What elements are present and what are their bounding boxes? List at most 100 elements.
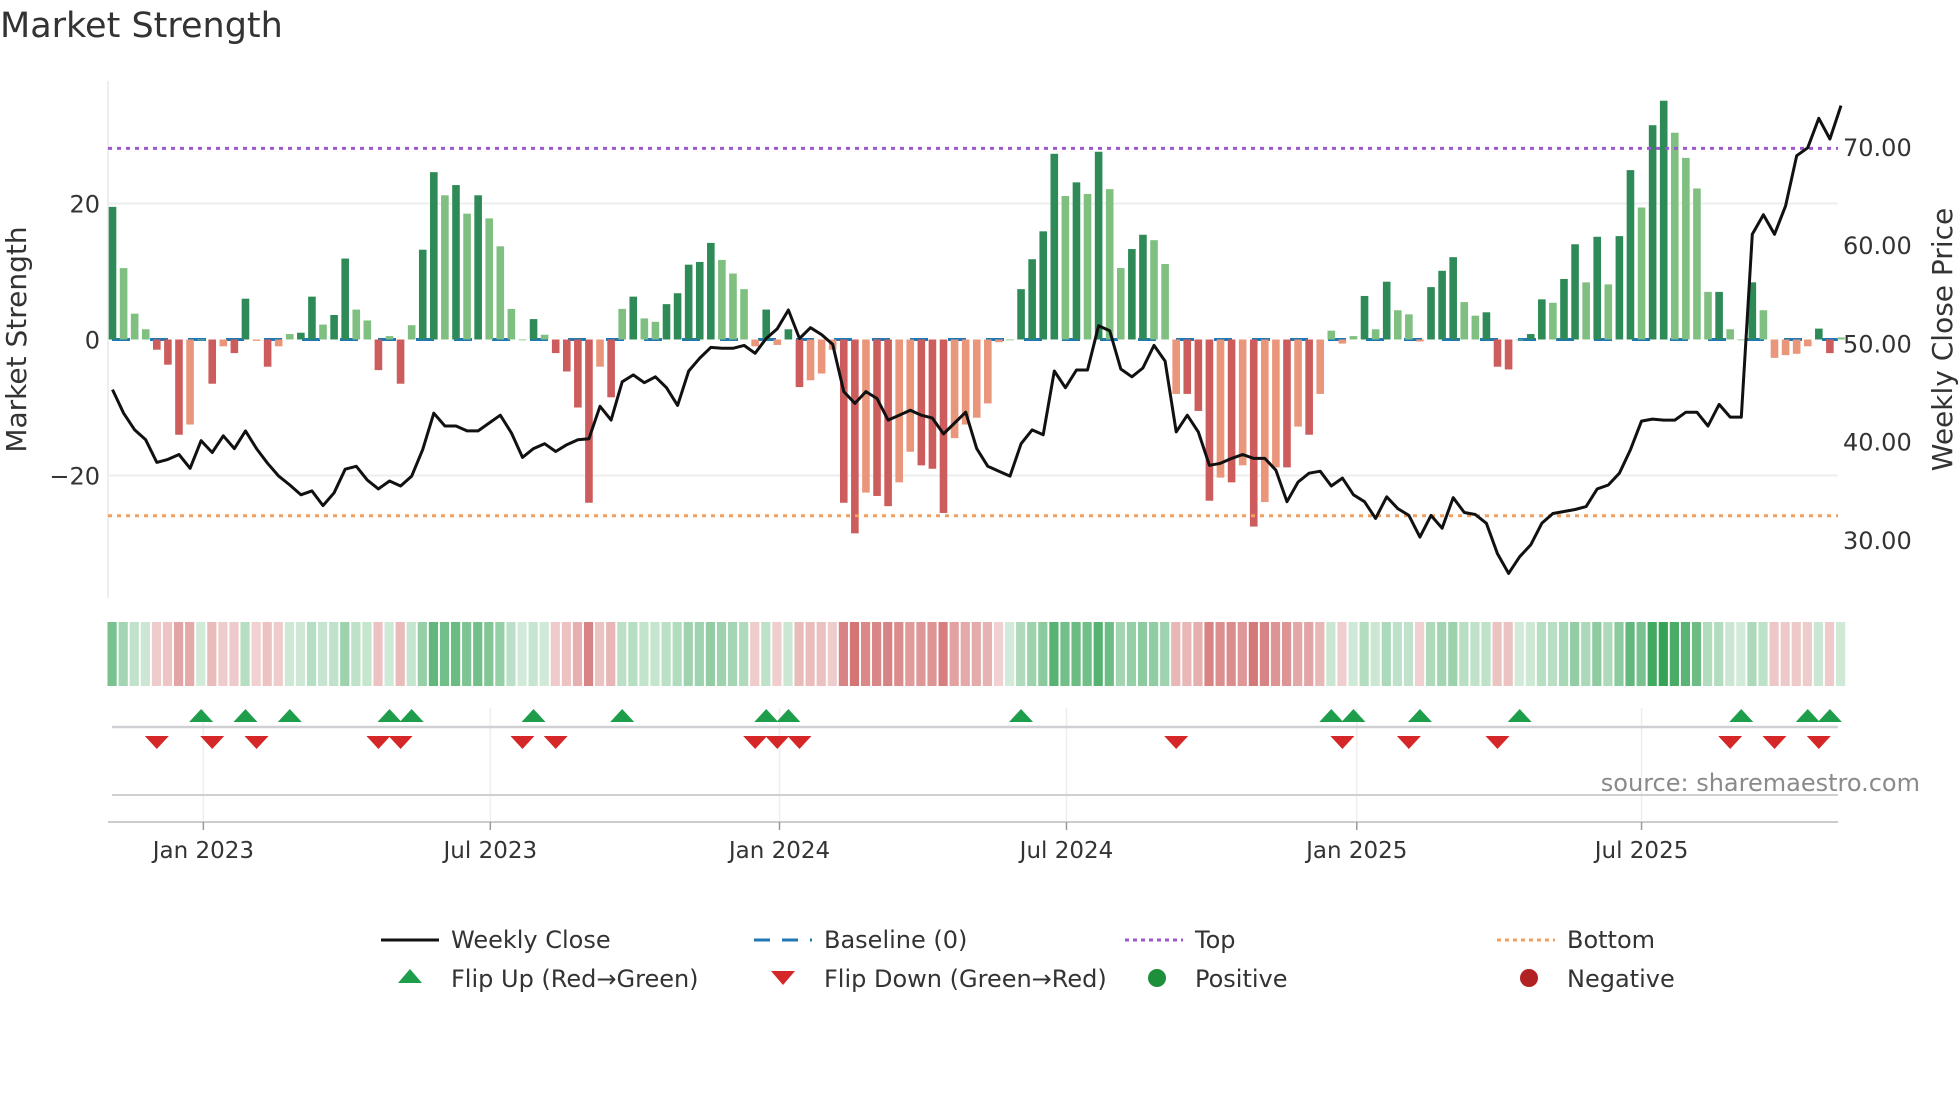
flip-down-marker [510, 736, 535, 749]
strength-bar [1471, 315, 1480, 340]
heat-strip-cell [916, 622, 926, 686]
heat-strip-cell [883, 622, 893, 686]
strength-bar [164, 339, 172, 365]
flip-down-marker [1396, 736, 1421, 749]
heat-strip-cell [362, 622, 372, 686]
heat-strip-cell [428, 622, 439, 686]
strength-bar [795, 339, 804, 388]
strength-bar [1061, 195, 1070, 340]
strength-bar [718, 259, 726, 340]
flip-down-marker [1806, 736, 1831, 749]
flip-up-marker [1795, 709, 1820, 722]
heat-strip-cell [1270, 622, 1281, 686]
flip-down-marker [1485, 736, 1510, 749]
heat-strip-cell [927, 622, 937, 686]
flip-up-marker [1319, 709, 1344, 722]
y-tick-label: −20 [49, 463, 100, 491]
y2-tick-label: 40.00 [1843, 429, 1912, 457]
strength-bar [1405, 314, 1413, 340]
strength-bar [995, 339, 1003, 343]
flip-up-marker [610, 709, 635, 722]
strength-bar [1693, 188, 1701, 340]
strength-bar [153, 339, 161, 350]
strength-bar [363, 320, 372, 340]
strength-bar [1172, 339, 1180, 394]
heat-strip-cell [1359, 622, 1369, 686]
heat-strip-cell [550, 622, 560, 686]
flip-up-marker [1729, 709, 1754, 722]
heat-strip-cell [1780, 622, 1790, 686]
heat-strip-cell [439, 622, 450, 686]
heat-strip-cell [1126, 622, 1137, 686]
flip-up-marker [521, 709, 546, 722]
strength-bar [1338, 339, 1347, 344]
heat-strip-cell [240, 622, 250, 686]
strength-bar [1759, 310, 1768, 340]
heat-strip-cell [1093, 622, 1103, 686]
strength-bar [1726, 329, 1734, 340]
strength-bar [308, 296, 316, 340]
flip-down-marker [787, 736, 812, 749]
heat-strip-cell [284, 622, 294, 686]
y-tick-label: 20 [69, 190, 100, 218]
strength-bar [695, 261, 704, 340]
legend-line-icon [381, 938, 439, 942]
strength-bar [1161, 263, 1169, 340]
strength-bar [1815, 328, 1823, 340]
strength-bar [186, 339, 194, 425]
legend-item-bottom: Bottom [1497, 926, 1655, 954]
strength-bar [1039, 231, 1048, 340]
heat-strip-cell [1791, 622, 1801, 686]
heat-strip-cell [384, 622, 394, 686]
heat-strip-cell [129, 622, 139, 686]
heat-strip-cell [617, 622, 627, 686]
heat-strip-cell [462, 622, 472, 686]
heat-strip-cell [118, 622, 128, 686]
strength-bar [839, 339, 848, 503]
x-tick-label: Jan 2024 [727, 838, 830, 864]
heat-strip-cell [783, 622, 793, 686]
strength-bar [1781, 339, 1790, 356]
strength-bar [1493, 339, 1502, 367]
strength-bar [629, 296, 638, 340]
source-credit: source: sharemaestro.com [1600, 769, 1920, 797]
strength-bar [1183, 339, 1192, 394]
flip-down-marker [144, 736, 169, 749]
heat-strip-cell [827, 622, 837, 686]
strength-bar [1105, 189, 1114, 340]
strength-bar [707, 242, 715, 340]
strength-bar [729, 273, 737, 340]
strength-bar [352, 309, 361, 340]
strength-bar [241, 298, 250, 340]
heat-strip-cell [251, 622, 261, 686]
heat-strip-cell [860, 622, 871, 686]
strength-bar [130, 313, 139, 340]
strength-bar [230, 339, 239, 354]
legend-label: Bottom [1567, 926, 1656, 954]
heat-strip-cell [351, 622, 361, 686]
heat-strip-cell [661, 622, 671, 686]
strength-bar [906, 339, 915, 452]
strength-bar [285, 334, 294, 340]
strength-bar [1017, 289, 1025, 340]
heat-strip-cell [683, 622, 693, 686]
heat-strip-cell [1281, 622, 1292, 686]
heat-strip-cell [1370, 622, 1380, 686]
heat-strip-cell [329, 622, 339, 686]
legend-item-baseline: Baseline (0) [754, 926, 967, 954]
flip-down-marker [1762, 736, 1787, 749]
circle-icon [1148, 969, 1166, 987]
heat-strip-cell [650, 622, 660, 686]
heat-strip-cell [1492, 622, 1502, 686]
strength-bar [1139, 234, 1147, 340]
heat-strip-cell [1603, 622, 1613, 686]
triangle-up-icon [398, 969, 422, 983]
strength-bar [939, 339, 948, 513]
strength-bar [1615, 236, 1624, 340]
strength-bar [1382, 281, 1391, 340]
heat-strip-cell [872, 622, 882, 686]
heat-strip-cell [1182, 622, 1192, 686]
heat-strip-cell [1525, 622, 1535, 686]
heat-strip-cell [1082, 622, 1092, 686]
strength-bar [1294, 339, 1302, 427]
